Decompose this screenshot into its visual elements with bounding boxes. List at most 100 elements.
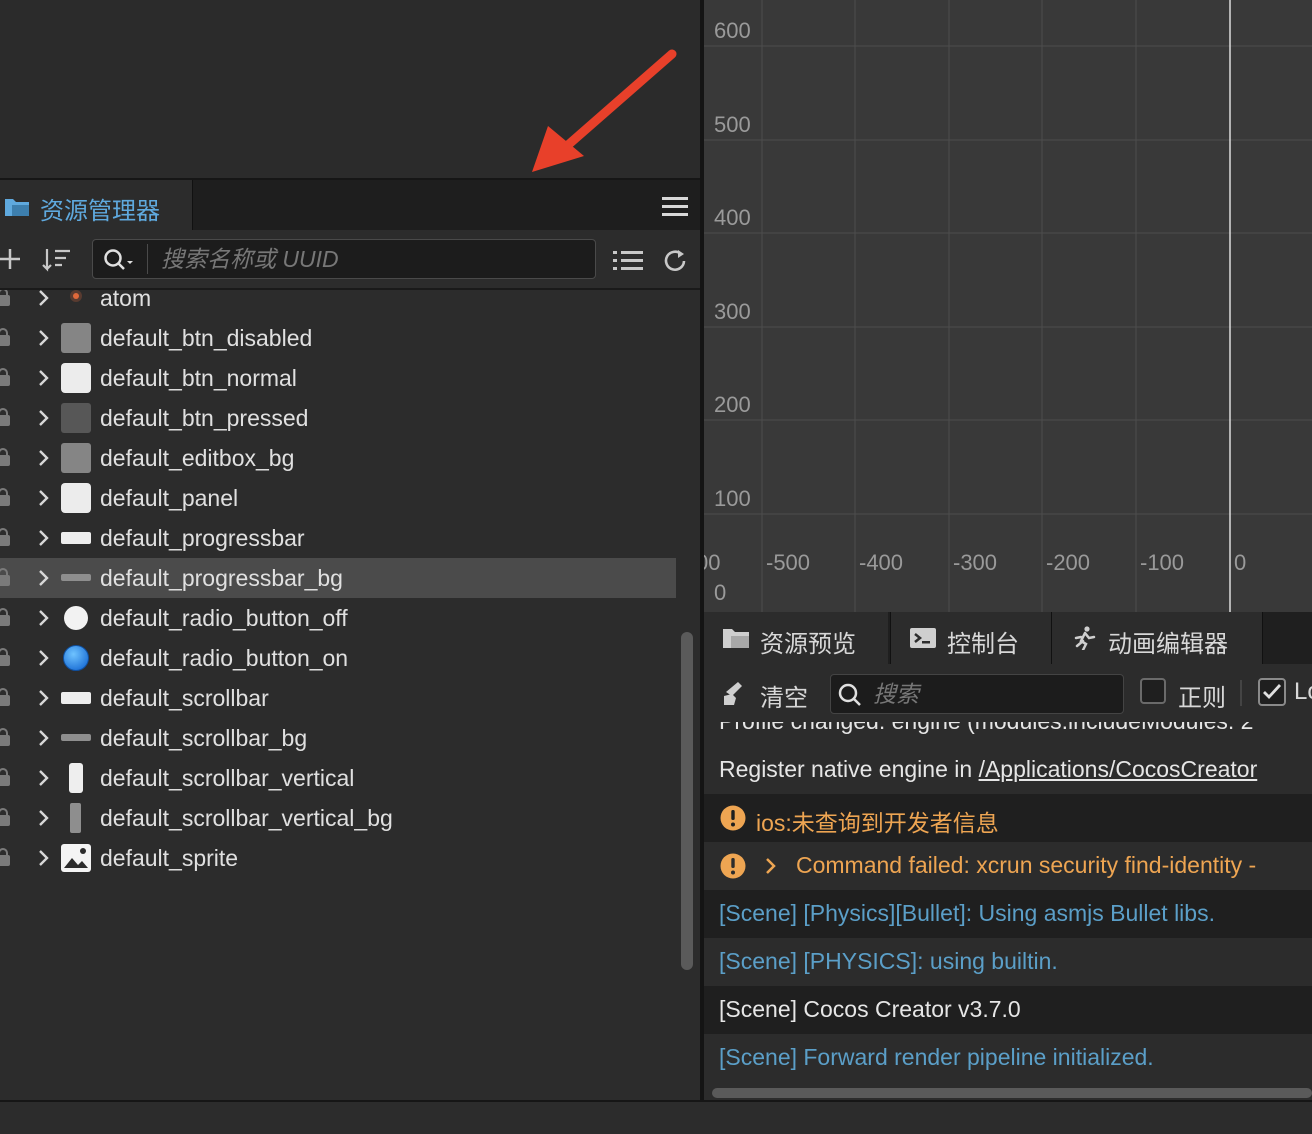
asset-tree-item[interactable]: default_radio_button_on	[0, 638, 676, 678]
asset-tree-item-label: default_sprite	[100, 845, 239, 871]
toolbar-divider	[1240, 680, 1242, 706]
asset-thumbnail-icon	[60, 602, 92, 634]
log-entry[interactable]: [Scene] Forward render pipeline initiali…	[704, 1034, 1312, 1082]
log-entry[interactable]: Profile changed: engine (modules.include…	[704, 722, 1312, 746]
log-entry-warning[interactable]: ios:未查询到开发者信息	[704, 794, 1312, 842]
regex-checkbox[interactable]	[1140, 678, 1166, 704]
chevron-right-icon[interactable]	[36, 769, 52, 787]
log-entry[interactable]: [Scene] Cocos Creator v3.7.0	[704, 986, 1312, 1034]
asset-tree: atom default_btn_disabled default_btn_norm…	[0, 290, 676, 910]
asset-tree-item[interactable]: default_sprite	[0, 838, 676, 878]
x-axis-label: 00	[704, 550, 721, 575]
y-axis-label: 200	[714, 392, 751, 417]
lock-icon[interactable]	[0, 567, 10, 587]
chevron-right-icon[interactable]	[36, 329, 52, 347]
chevron-right-icon[interactable]	[36, 649, 52, 667]
lock-icon[interactable]	[0, 527, 10, 547]
chevron-right-icon[interactable]	[36, 529, 52, 547]
scene-view[interactable]: 600 500 400 300 200 100 0 00 -500 -400 -…	[704, 0, 1312, 612]
asset-tree-item[interactable]: default_scrollbar	[0, 678, 676, 718]
chevron-right-icon[interactable]	[36, 849, 52, 867]
lock-icon[interactable]	[0, 367, 10, 387]
hamburger-menu-icon[interactable]	[662, 196, 688, 218]
lock-icon[interactable]	[0, 407, 10, 427]
chevron-right-icon[interactable]	[36, 409, 52, 427]
assets-panel: 资源管理器 搜索名称或 UUID atom default_btn_disabl…	[0, 178, 700, 1102]
lock-icon[interactable]	[0, 327, 10, 347]
log-entry-warning[interactable]: Command failed: xcrun security find-iden…	[704, 842, 1312, 890]
console-search-input[interactable]	[873, 678, 1113, 710]
asset-search-box[interactable]	[92, 239, 596, 279]
x-axis-label: -400	[859, 550, 904, 575]
chevron-right-icon[interactable]	[36, 609, 52, 627]
x-axis-label: -200	[1046, 550, 1091, 575]
lock-icon[interactable]	[0, 807, 10, 827]
x-axis-label: 0	[1234, 550, 1247, 575]
log-entry[interactable]: Register native engine in /Applications/…	[704, 746, 1312, 794]
lock-icon[interactable]	[0, 767, 10, 787]
sort-icon[interactable]	[42, 246, 72, 274]
asset-tree-item-label: default_radio_button_on	[100, 645, 349, 671]
asset-tree-item[interactable]: default_progressbar	[0, 518, 676, 558]
asset-thumbnail-icon	[60, 562, 92, 594]
assets-toolbar	[0, 232, 700, 290]
chevron-right-icon[interactable]	[36, 569, 52, 587]
chevron-right-icon[interactable]	[36, 369, 52, 387]
asset-thumbnail-icon	[60, 290, 92, 314]
lock-icon[interactable]	[0, 447, 10, 467]
chevron-right-icon[interactable]	[36, 689, 52, 707]
check-icon	[1263, 684, 1282, 700]
chevron-right-icon[interactable]	[36, 290, 52, 307]
lock-icon[interactable]	[0, 687, 10, 707]
console-horizontal-scrollbar[interactable]	[712, 1088, 1312, 1098]
asset-tree-scrollbar[interactable]	[681, 632, 693, 970]
clear-button[interactable]: 清空	[760, 678, 808, 713]
lock-icon[interactable]	[0, 847, 10, 867]
tab-asset-preview[interactable]: 资源预览	[704, 612, 888, 664]
asset-tree-item[interactable]: default_btn_pressed	[0, 398, 676, 438]
log-text: Profile changed: engine (modules.include…	[719, 722, 1253, 735]
console-search-box[interactable]	[830, 674, 1124, 714]
asset-search-input[interactable]	[161, 243, 581, 275]
asset-tree-item[interactable]: default_progressbar_bg	[0, 558, 676, 598]
lock-icon[interactable]	[0, 487, 10, 507]
asset-tree-item[interactable]: default_btn_normal	[0, 358, 676, 398]
add-icon[interactable]	[0, 246, 22, 272]
log-entry[interactable]: [Scene] [PHYSICS]: using builtin.	[704, 938, 1312, 986]
asset-tree-item[interactable]: default_radio_button_off	[0, 598, 676, 638]
log-checkbox[interactable]	[1258, 678, 1286, 706]
terminal-icon	[910, 628, 936, 648]
asset-tree-item[interactable]: default_editbox_bg	[0, 438, 676, 478]
clear-icon[interactable]	[722, 680, 750, 706]
tab-animation-editor[interactable]: 动画编辑器	[1052, 612, 1263, 664]
asset-tree-item[interactable]: default_btn_disabled	[0, 318, 676, 358]
asset-tree-item[interactable]: default_scrollbar_bg	[0, 718, 676, 758]
chevron-right-icon[interactable]	[36, 729, 52, 747]
lock-icon[interactable]	[0, 727, 10, 747]
y-axis-label: 500	[714, 112, 751, 137]
asset-tree-item[interactable]: atom	[0, 290, 676, 318]
lock-icon[interactable]	[0, 607, 10, 627]
lock-icon[interactable]	[0, 647, 10, 667]
list-view-icon[interactable]	[612, 249, 644, 273]
asset-tree-item[interactable]: default_scrollbar_vertical	[0, 758, 676, 798]
log-path-link[interactable]: /Applications/CocosCreator	[979, 756, 1258, 782]
log-entry[interactable]: [Scene] [Physics][Bullet]: Using asmjs B…	[704, 890, 1312, 938]
asset-tree-item-label: default_editbox_bg	[100, 445, 295, 471]
y-axis-label: 600	[714, 18, 751, 43]
tab-console[interactable]: 控制台	[890, 612, 1052, 664]
annotation-arrow	[532, 49, 677, 172]
chevron-right-icon[interactable]	[36, 449, 52, 467]
asset-tree-item[interactable]: default_panel	[0, 478, 676, 518]
search-icon[interactable]	[103, 248, 135, 272]
lock-icon[interactable]	[0, 290, 10, 307]
asset-tree-item-label: default_scrollbar	[100, 685, 269, 711]
refresh-icon[interactable]	[661, 247, 689, 275]
regex-label: 正则	[1178, 685, 1226, 712]
asset-thumbnail-icon	[60, 362, 92, 394]
asset-tree-item[interactable]: default_scrollbar_vertical_bg	[0, 798, 676, 838]
tab-assets[interactable]: 资源管理器	[0, 180, 193, 230]
chevron-right-icon[interactable]	[764, 856, 778, 876]
chevron-right-icon[interactable]	[36, 489, 52, 507]
chevron-right-icon[interactable]	[36, 809, 52, 827]
